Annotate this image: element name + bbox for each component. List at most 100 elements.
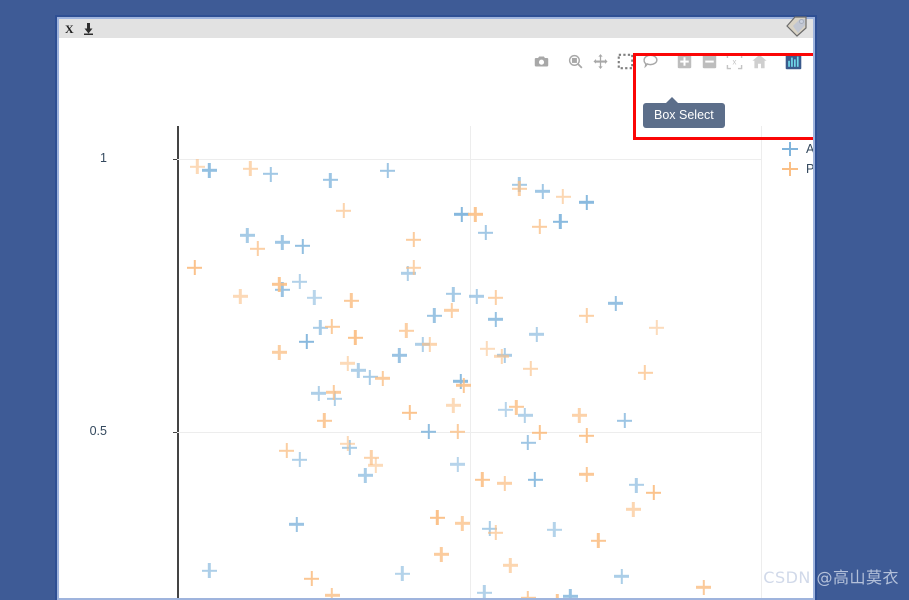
scatter-point-pears[interactable] <box>497 476 512 491</box>
scatter-point-pears[interactable] <box>579 428 594 443</box>
scatter-point-pears[interactable] <box>455 516 470 531</box>
scatter-point-pears[interactable] <box>488 290 503 305</box>
scatter-point-apples[interactable] <box>547 522 562 537</box>
scatter-point-apples[interactable] <box>307 290 322 305</box>
scatter-point-apples[interactable] <box>553 214 568 229</box>
autoscale-button[interactable]: x <box>722 49 747 73</box>
box-select-button[interactable] <box>613 49 638 73</box>
scatter-point-apples[interactable] <box>421 424 436 439</box>
scatter-point-apples[interactable] <box>614 569 629 584</box>
scatter-point-pears[interactable] <box>468 207 483 222</box>
scatter-point-pears[interactable] <box>638 365 653 380</box>
scatter-point-pears[interactable] <box>646 485 661 500</box>
scatter-point-pears[interactable] <box>187 260 202 275</box>
scatter-point-pears[interactable] <box>243 161 258 176</box>
scatter-point-pears[interactable] <box>402 405 417 420</box>
scatter-point-pears[interactable] <box>480 341 495 356</box>
scatter-point-pears[interactable] <box>475 472 490 487</box>
scatter-point-apples[interactable] <box>488 312 503 327</box>
scatter-point-pears[interactable] <box>336 203 351 218</box>
scatter-point-pears[interactable] <box>456 378 471 393</box>
zoom-button[interactable] <box>563 49 588 73</box>
scatter-point-pears[interactable] <box>626 502 641 517</box>
scatter-point-pears[interactable] <box>434 547 449 562</box>
scatter-point-pears[interactable] <box>317 413 332 428</box>
scatter-point-pears[interactable] <box>503 558 518 573</box>
scatter-point-pears[interactable] <box>326 385 341 400</box>
scatter-point-pears[interactable] <box>279 443 294 458</box>
scatter-point-apples[interactable] <box>275 235 290 250</box>
scatter-point-apples[interactable] <box>395 566 410 581</box>
scatter-point-apples[interactable] <box>392 348 407 363</box>
tag-icon[interactable] <box>785 15 809 37</box>
scatter-point-apples[interactable] <box>323 173 338 188</box>
scatter-point-apples[interactable] <box>427 308 442 323</box>
scatter-point-pears[interactable] <box>399 323 414 338</box>
scatter-point-pears[interactable] <box>488 525 503 540</box>
scatter-point-pears[interactable] <box>556 189 571 204</box>
scatter-point-apples[interactable] <box>311 386 326 401</box>
scatter-point-pears[interactable] <box>250 241 265 256</box>
scatter-point-apples[interactable] <box>202 563 217 578</box>
reset-axes-button[interactable] <box>747 49 772 73</box>
scatter-point-pears[interactable] <box>494 349 509 364</box>
scatter-point-pears[interactable] <box>325 319 340 334</box>
scatter-point-apples[interactable] <box>263 167 278 182</box>
scatter-point-apples[interactable] <box>529 327 544 342</box>
scatter-point-pears[interactable] <box>579 467 594 482</box>
scatter-point-apples[interactable] <box>446 287 461 302</box>
scatter-point-pears[interactable] <box>649 320 664 335</box>
scatter-point-pears[interactable] <box>521 591 536 598</box>
scatter-point-pears[interactable] <box>368 458 383 473</box>
plot-area[interactable] <box>177 126 762 598</box>
scatter-point-apples[interactable] <box>579 195 594 210</box>
plotly-logo-button[interactable] <box>781 49 806 73</box>
scatter-point-pears[interactable] <box>344 293 359 308</box>
scatter-point-pears[interactable] <box>550 594 565 598</box>
scatter-point-apples[interactable] <box>563 589 578 598</box>
legend-item-pears[interactable]: Pears <box>781 159 813 179</box>
scatter-point-pears[interactable] <box>572 408 587 423</box>
scatter-point-pears[interactable] <box>591 533 606 548</box>
scatter-point-apples[interactable] <box>608 296 623 311</box>
pan-button[interactable] <box>588 49 613 73</box>
scatter-point-pears[interactable] <box>450 424 465 439</box>
scatter-point-apples[interactable] <box>289 517 304 532</box>
legend-item-apples[interactable]: Apples <box>781 139 813 159</box>
scatter-point-pears[interactable] <box>340 356 355 371</box>
scatter-point-apples[interactable] <box>629 478 644 493</box>
scatter-point-pears[interactable] <box>406 260 421 275</box>
scatter-point-pears[interactable] <box>512 181 527 196</box>
scatter-point-pears[interactable] <box>444 303 459 318</box>
scatter-point-pears[interactable] <box>233 289 248 304</box>
scatter-point-pears[interactable] <box>430 510 445 525</box>
zoom-in-button[interactable] <box>672 49 697 73</box>
download-icon[interactable] <box>83 23 94 35</box>
scatter-point-pears[interactable] <box>375 371 390 386</box>
scatter-point-apples[interactable] <box>528 472 543 487</box>
scatter-point-pears[interactable] <box>340 436 355 451</box>
scatter-point-pears[interactable] <box>523 361 538 376</box>
scatter-point-pears[interactable] <box>272 345 287 360</box>
scatter-point-pears[interactable] <box>348 330 363 345</box>
scatter-point-apples[interactable] <box>478 225 493 240</box>
scatter-point-pears[interactable] <box>579 308 594 323</box>
scatter-point-pears[interactable] <box>190 159 205 174</box>
scatter-point-apples[interactable] <box>292 452 307 467</box>
scatter-point-apples[interactable] <box>477 585 492 598</box>
scatter-point-apples[interactable] <box>535 184 550 199</box>
scatter-point-apples[interactable] <box>292 274 307 289</box>
scatter-point-apples[interactable] <box>380 163 395 178</box>
scatter-point-apples[interactable] <box>469 289 484 304</box>
scatter-point-apples[interactable] <box>295 239 310 254</box>
lasso-select-button[interactable] <box>638 49 663 73</box>
scatter-point-pears[interactable] <box>696 580 711 595</box>
scatter-point-apples[interactable] <box>299 334 314 349</box>
scatter-point-pears[interactable] <box>272 277 287 292</box>
scatter-point-pears[interactable] <box>509 400 524 415</box>
download-plot-as-png-button[interactable] <box>529 49 554 73</box>
scatter-point-pears[interactable] <box>532 425 547 440</box>
scatter-point-pears[interactable] <box>304 571 319 586</box>
close-icon[interactable]: X <box>65 23 74 35</box>
scatter-point-apples[interactable] <box>450 457 465 472</box>
